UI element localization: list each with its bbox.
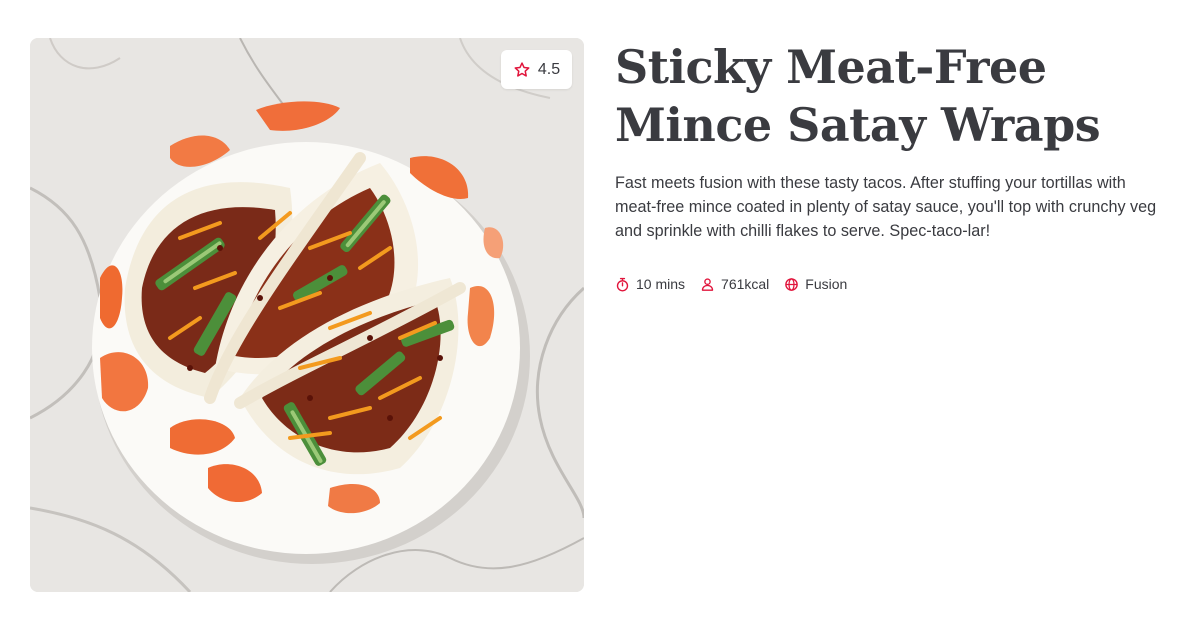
recipe-description: Fast meets fusion with these tasty tacos… — [615, 174, 1157, 240]
meta-calories-label: 761kcal — [721, 276, 770, 292]
meta-cuisine: Fusion — [784, 276, 847, 292]
globe-icon — [785, 277, 799, 291]
rating-badge[interactable]: 4.5 — [501, 50, 572, 89]
meta-cuisine-label: Fusion — [805, 276, 848, 292]
recipe-meta: 10 mins 761kcal Fusion — [615, 276, 1175, 292]
recipe-image[interactable] — [30, 38, 584, 592]
food-photo — [30, 38, 584, 592]
rating-value: 4.5 — [537, 60, 561, 78]
meta-time-label: 10 mins — [636, 276, 686, 292]
recipe-card: 4.5 Sticky Meat-Free Mince Satay Wraps F… — [0, 0, 1200, 630]
meta-calories: 761kcal — [700, 276, 769, 292]
star-icon — [514, 61, 530, 77]
recipe-title: Sticky Meat-Free Mince Satay Wraps — [615, 40, 1101, 152]
stopwatch-icon — [616, 277, 629, 291]
recipe-details: Sticky Meat-Free Mince Satay Wraps Fast … — [615, 38, 1175, 292]
meta-time: 10 mins — [615, 276, 685, 292]
person-icon — [701, 277, 714, 291]
